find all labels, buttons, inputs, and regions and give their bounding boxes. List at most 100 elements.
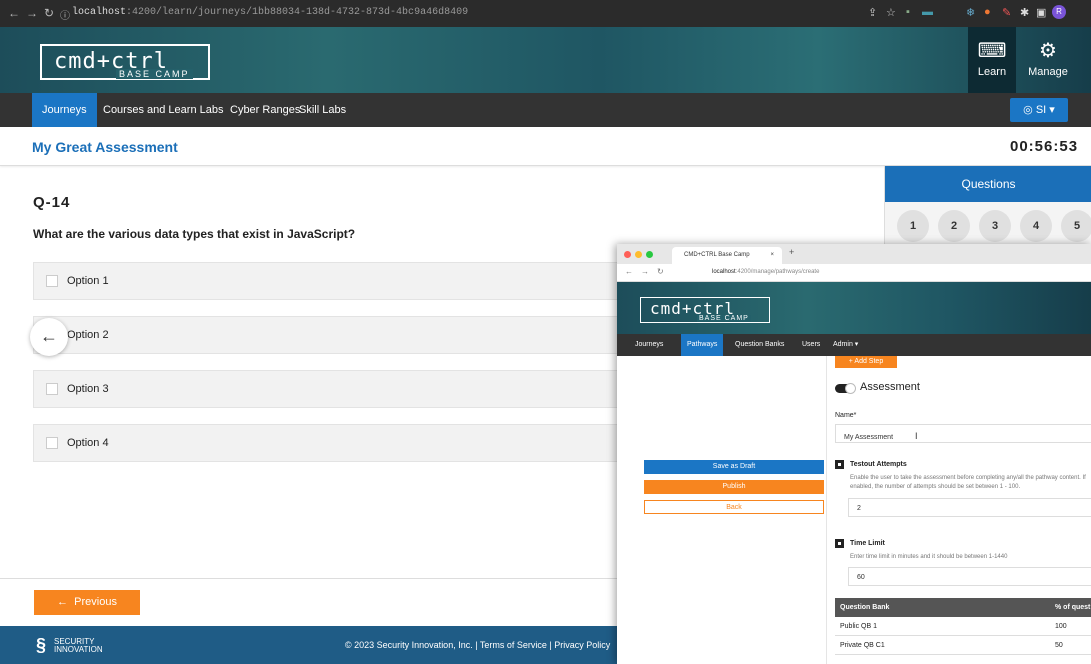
close-icon[interactable]: × [770, 247, 774, 264]
column-header: Question Bank [840, 604, 890, 611]
nav-skill-labs[interactable]: Skill Labs [289, 93, 356, 127]
profile-avatar[interactable]: R [1052, 5, 1066, 19]
extension-icon[interactable]: ❄ [966, 6, 975, 19]
time-limit-input[interactable]: 60 [848, 567, 1091, 586]
name-label: Name* [835, 412, 857, 419]
questions-panel-title: Questions [885, 166, 1091, 202]
overlay-url: localhost:4200/manage/pathways/create [712, 269, 819, 275]
option-checkbox[interactable] [46, 275, 58, 287]
option-checkbox[interactable] [46, 437, 58, 449]
assessment-name-input[interactable]: My Assessment I [835, 424, 1091, 443]
option-row[interactable]: Option 4 [33, 424, 653, 462]
copyright-text[interactable]: © 2023 Security Innovation, Inc. | Terms… [345, 640, 610, 650]
time-limit-checkbox[interactable] [835, 539, 844, 548]
url-host: localhost [72, 7, 127, 18]
share-icon[interactable]: ⇪ [868, 6, 877, 19]
user-label: SI [1035, 104, 1047, 116]
extension-icon[interactable]: ● [984, 6, 991, 18]
logo-subtext: BASE CAMP [697, 315, 751, 322]
new-tab-icon[interactable]: + [789, 247, 794, 257]
nav-users[interactable]: Users [796, 334, 826, 356]
option-label: Option 4 [67, 437, 109, 449]
manage-label: Manage [1028, 66, 1068, 78]
table-cell: 50 [1055, 642, 1063, 649]
back-arrow-icon[interactable]: ← [8, 6, 20, 20]
question-id: Q-14 [33, 194, 71, 211]
learn-label: Learn [977, 66, 1007, 78]
extension-icon[interactable]: ▪ [906, 6, 910, 18]
option-row[interactable]: Option 1 [33, 262, 653, 300]
assessment-titlebar: My Great Assessment 00:56:53 [0, 127, 1091, 166]
user-icon: ◎ [1023, 104, 1033, 116]
nav-journeys[interactable]: Journeys [32, 93, 97, 127]
browser-toolbar: ← → ↻ ⓘ localhost:4200/learn/journeys/1b… [0, 0, 1091, 27]
nav-pathways[interactable]: Pathways [681, 334, 724, 356]
forward-arrow-icon[interactable]: → [641, 267, 649, 276]
overlay-browser-window: CMD+CTRL Base Camp × + ← → ↻ localhost:42… [617, 244, 1091, 664]
question-number-button[interactable]: 1 [897, 210, 929, 242]
publish-button[interactable]: Publish [644, 480, 824, 494]
back-arrow-icon[interactable]: ← [30, 318, 68, 356]
manage-button[interactable]: ⚙ Manage [1020, 27, 1076, 93]
table-cell: Public QB 1 [840, 623, 877, 630]
option-label: Option 3 [67, 383, 109, 395]
nav-admin[interactable]: Admin ▾ [827, 334, 864, 356]
back-button[interactable]: Back [644, 500, 824, 514]
info-icon[interactable]: ⓘ [60, 7, 70, 22]
testout-hint: Enable the user to take the assessment b… [850, 475, 1086, 490]
logo-line2: INNOVATION [54, 645, 103, 654]
minimize-window-icon[interactable] [635, 251, 642, 258]
sidebar-icon[interactable]: ▣ [1036, 6, 1046, 19]
overlay-tabstrip: CMD+CTRL Base Camp × + [617, 244, 1091, 264]
reload-icon[interactable]: ↻ [44, 6, 54, 20]
maximize-window-icon[interactable] [646, 251, 653, 258]
countdown-timer: 00:56:53 [1010, 138, 1079, 155]
nav-journeys[interactable]: Journeys [629, 334, 669, 356]
table-header: Question Bank % of quest [835, 598, 1091, 617]
cmdctrl-logo[interactable]: cmd+ctrl BASE CAMP [40, 44, 210, 80]
question-number-button[interactable]: 2 [938, 210, 970, 242]
url-path: :4200/learn/journeys/1bb88034-138d-4732-… [126, 7, 469, 18]
address-bar[interactable]: localhost:4200/learn/journeys/1bb88034-1… [72, 7, 468, 18]
cmdctrl-logo[interactable]: cmd+ctrl BASE CAMP [640, 297, 770, 323]
puzzle-icon[interactable]: ✱ [1020, 6, 1029, 19]
table-row[interactable]: Public QB 1 100 [835, 617, 1091, 636]
table-cell: 100 [1055, 623, 1067, 630]
option-row[interactable]: Option 2 [33, 316, 653, 354]
option-checkbox[interactable] [46, 383, 58, 395]
overlay-nav: Journeys Pathways Question Banks Users A… [617, 334, 1091, 356]
question-bank-table: Question Bank % of quest Public QB 1 100… [835, 598, 1091, 655]
option-row[interactable]: Option 3 [33, 370, 653, 408]
column-header: % of quest [1055, 604, 1091, 611]
assessment-section-title: Assessment [860, 381, 920, 393]
table-row[interactable]: Private QB C1 50 [835, 636, 1091, 655]
bookmark-star-icon[interactable]: ☆ [886, 6, 896, 19]
add-step-button[interactable]: + Add Step [835, 356, 897, 368]
close-window-icon[interactable] [624, 251, 631, 258]
previous-label: Previous [74, 596, 117, 608]
question-number-button[interactable]: 3 [979, 210, 1011, 242]
main-nav: Journeys Courses and Learn Labs Cyber Ra… [0, 93, 1091, 127]
user-menu-button[interactable]: ◎ SI ▾ [1010, 98, 1068, 122]
forward-arrow-icon[interactable]: → [26, 6, 38, 20]
extension-icon[interactable]: ✎ [1002, 6, 1011, 19]
nav-question-banks[interactable]: Question Banks [729, 334, 790, 356]
overlay-header: cmd+ctrl BASE CAMP [617, 282, 1091, 334]
overlay-address-bar[interactable]: ← → ↻ localhost:4200/manage/pathways/cre… [617, 264, 1091, 282]
testout-checkbox[interactable] [835, 460, 844, 469]
testout-attempts-input[interactable]: 2 [848, 498, 1091, 517]
question-number-button[interactable]: 4 [1020, 210, 1052, 242]
overlay-tab[interactable]: CMD+CTRL Base Camp × [672, 247, 782, 264]
save-draft-button[interactable]: Save as Draft [644, 460, 824, 474]
learn-button[interactable]: ⌨ Learn [968, 27, 1016, 93]
reload-icon[interactable]: ↻ [657, 267, 664, 276]
gear-icon: ⚙ [1039, 40, 1057, 62]
previous-button[interactable]: ← Previous [34, 590, 140, 615]
text-cursor-icon: I [915, 431, 918, 441]
back-arrow-icon[interactable]: ← [625, 267, 633, 276]
tab-title: CMD+CTRL Base Camp [684, 252, 750, 258]
extension-icon[interactable]: ▬ [922, 6, 933, 18]
question-number-button[interactable]: 5 [1061, 210, 1091, 242]
assessment-toggle[interactable] [835, 383, 856, 394]
nav-courses[interactable]: Courses and Learn Labs [93, 93, 233, 127]
